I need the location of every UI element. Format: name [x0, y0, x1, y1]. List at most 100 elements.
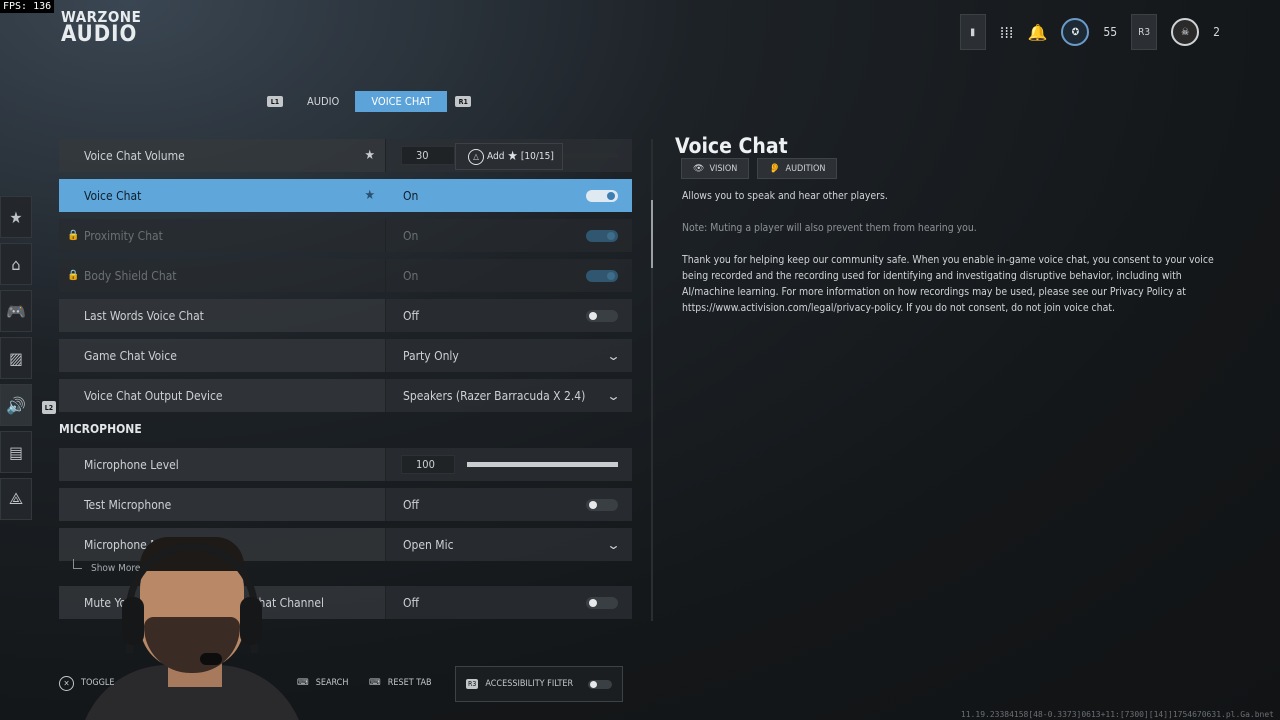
detail-panel: Voice Chat 👁 VISION 👂 AUDITION Allows you … [675, 134, 1215, 316]
voice-chat-toggle[interactable] [586, 189, 618, 202]
setting-test-microphone[interactable]: Test Microphone Off [59, 488, 632, 521]
notification-bell-icon[interactable]: 🔔 [1027, 23, 1047, 42]
setting-last-words-voice-chat[interactable]: Last Words Voice Chat Off [59, 299, 632, 332]
mouse-icon[interactable]: ⌂ [0, 243, 32, 285]
setting-label: Voice Chat [84, 188, 142, 203]
favorite-star-icon[interactable]: ★ [365, 148, 376, 163]
chevron-down-icon[interactable]: ⌄ [606, 538, 620, 552]
setting-value: On [403, 268, 419, 283]
detail-title: Voice Chat [675, 134, 788, 158]
mute-channel-toggle[interactable] [586, 596, 618, 609]
favorites-star-icon[interactable]: ★ [0, 196, 32, 238]
search-label: SEARCH [315, 678, 349, 688]
setting-label: Body Shield Chat [84, 268, 177, 283]
setting-microphone-level[interactable]: Microphone Level 100 [59, 448, 632, 481]
detail-note: Note: Muting a player will also prevent … [682, 222, 977, 234]
add-favorite-tooltip: △ Add ★ [10/15] [455, 143, 563, 170]
proximity-chat-toggle [586, 229, 618, 242]
last-words-toggle[interactable] [586, 309, 618, 322]
setting-value: Party Only [403, 348, 459, 363]
audio-speaker-icon[interactable]: 🔊 [0, 384, 32, 426]
fps-counter: FPS: 136 [0, 0, 55, 13]
lock-icon: 🔒 [67, 270, 80, 281]
accessibility-toggle[interactable] [588, 679, 613, 689]
toggle-label: TOGGLE [81, 678, 115, 688]
controller-battery-icon: ▮ [959, 14, 986, 50]
setting-proximity-chat: 🔒 Proximity Chat On [59, 219, 632, 252]
reset-tab-action[interactable]: ⌨ RESET TAB [369, 666, 432, 700]
mic-level-number-box[interactable]: 100 [401, 455, 455, 474]
setting-label: Game Chat Voice [84, 348, 177, 363]
scrollbar-thumb[interactable] [651, 200, 653, 268]
touchpad-icon: ⌨ [297, 678, 309, 688]
setting-value: Off [403, 497, 419, 512]
top-right-status: ▮ ⁞⁞⁞ 🔔 ✪ 55 R3 ☠ 2 [959, 14, 1220, 50]
search-action[interactable]: ⌨ SEARCH [297, 666, 348, 700]
r3-button-hint[interactable]: R3 [1131, 14, 1158, 50]
controller-icon[interactable]: 🎮 [0, 290, 32, 332]
setting-value: Off [403, 595, 419, 610]
l1-bumper-hint[interactable]: L1 [267, 96, 283, 107]
setting-voice-chat-output-device[interactable]: Voice Chat Output Device Speakers (Razer… [59, 379, 632, 412]
chip-vision: 👁 VISION [681, 158, 750, 179]
build-version-string: 11.19.23384158[48-0.3373]0613+11:[7300][… [960, 710, 1274, 719]
bottom-action-bar: ✕ TOGGLE ⌨ SEARCH ⌨ RESET TAB R3 ACCESSI… [57, 666, 637, 702]
chip-audition: 👂 AUDITION [757, 158, 838, 179]
favorite-star-icon[interactable]: ★ [365, 188, 376, 203]
setting-value: On [403, 188, 419, 203]
setting-label: Test Microphone [84, 497, 172, 512]
tab-voice-chat[interactable]: VOICE CHAT [355, 91, 448, 112]
setting-label: Last Words Voice Chat [84, 308, 204, 323]
chevron-down-icon[interactable]: ⌄ [606, 349, 620, 363]
chip-label: AUDITION [785, 163, 826, 174]
tab-audio[interactable]: AUDIO [291, 91, 355, 112]
l2-bumper-hint[interactable]: L2 [42, 401, 56, 414]
volume-number-box[interactable]: 30 [401, 146, 455, 165]
chevron-down-icon[interactable]: ⌄ [606, 389, 620, 403]
prestige-count: 2 [1213, 25, 1220, 39]
setting-label: Voice Chat Output Device [84, 388, 223, 403]
reset-label: RESET TAB [387, 678, 432, 688]
tooltip-add-label: Add [487, 151, 505, 162]
graphics-icon[interactable]: ▨ [0, 337, 32, 379]
setting-label: Voice Chat Volume [84, 148, 185, 163]
favorites-count: [10/15] [520, 151, 554, 162]
ear-icon: 👂 [769, 163, 781, 174]
setting-value: Open Mic [403, 537, 454, 552]
star-icon: ★ [507, 149, 518, 164]
page-title: WARZONE AUDIO [61, 10, 141, 47]
cross-button-icon: ✕ [59, 675, 74, 691]
settings-tabs: L1 AUDIO VOICE CHAT R1 [259, 91, 479, 112]
body-shield-chat-toggle [586, 269, 618, 282]
section-heading-microphone: MICROPHONE [59, 422, 142, 436]
triangle-button-icon: △ [468, 148, 484, 165]
test-microphone-toggle[interactable] [586, 498, 618, 511]
setting-game-chat-voice[interactable]: Game Chat Voice Party Only ⌄ [59, 339, 632, 372]
accessibility-chips: 👁 VISION 👂 AUDITION [681, 158, 1215, 179]
setting-value: Speakers (Razer Barracuda X 2.4) [403, 388, 586, 403]
rank-badge-icon: ✪ [1061, 18, 1090, 46]
apps-grid-icon[interactable]: ⁞⁞⁞ [1000, 23, 1014, 42]
setting-voice-chat[interactable]: Voice Chat ★ On [59, 179, 632, 212]
r1-bumper-hint[interactable]: R1 [455, 96, 472, 107]
setting-body-shield-chat: 🔒 Body Shield Chat On [59, 259, 632, 292]
detail-consent-text: Thank you for helping keep our community… [682, 254, 1214, 314]
r3-hint-icon: R3 [466, 679, 479, 689]
setting-value: Off [403, 308, 419, 323]
chip-label: VISION [709, 163, 738, 174]
setting-value: On [403, 228, 419, 243]
accessibility-filter-action[interactable]: R3 ACCESSIBILITY FILTER [455, 666, 624, 702]
brand-line-audio: AUDIO [61, 21, 138, 47]
player-level: 55 [1103, 25, 1118, 39]
eye-icon: 👁 [693, 163, 705, 174]
lock-icon: 🔒 [67, 230, 80, 241]
detail-description: Allows you to speak and hear other playe… [682, 190, 888, 202]
toggle-action[interactable]: ✕ TOGGLE [59, 666, 115, 700]
side-navigation: ★ ⌂ 🎮 ▨ 🔊 ▤ ⟁ [0, 196, 32, 525]
account-network-icon[interactable]: ⟁ [0, 478, 32, 520]
accessibility-label: ACCESSIBILITY FILTER [485, 679, 574, 689]
interface-icon[interactable]: ▤ [0, 431, 32, 473]
setting-label: Proximity Chat [84, 228, 163, 243]
options-icon: ⌨ [369, 678, 381, 688]
mic-level-slider[interactable] [467, 462, 618, 467]
